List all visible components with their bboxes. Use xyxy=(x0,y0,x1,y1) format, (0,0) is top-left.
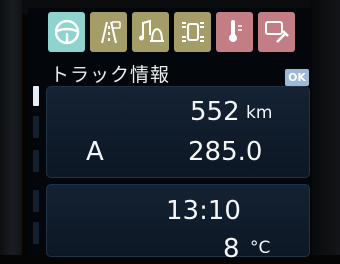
distance-unit: km xyxy=(246,103,273,123)
trip-value: 285.0 xyxy=(188,137,263,167)
page-indicator xyxy=(33,190,39,212)
vehicle-layout-icon xyxy=(181,22,204,42)
page-indicator-active xyxy=(33,86,39,106)
steering-wheel-icon xyxy=(54,19,79,45)
page-title: トラック情報 xyxy=(50,64,171,86)
tab-vehicle[interactable] xyxy=(174,12,211,52)
right-bezel xyxy=(310,0,340,255)
page-indicator xyxy=(33,150,39,172)
tab-steering[interactable] xyxy=(48,12,85,52)
left-bezel xyxy=(0,0,22,255)
tab-maintenance[interactable] xyxy=(258,12,295,52)
distance-value: 552 xyxy=(190,97,240,127)
icon-tab-bar xyxy=(48,12,308,54)
wrench-icon xyxy=(264,21,289,43)
road-camera-icon xyxy=(100,21,121,44)
clock-value: 13:10 xyxy=(166,196,241,226)
temperature-value: 8 xyxy=(223,234,240,264)
music-bell-icon xyxy=(138,19,164,42)
page-indicator xyxy=(33,222,39,244)
tab-temperature[interactable] xyxy=(216,12,253,52)
temperature-unit: °C xyxy=(250,238,271,258)
tab-audio-alerts[interactable] xyxy=(132,12,169,52)
trip-label: A xyxy=(86,137,104,167)
page-indicator xyxy=(33,116,39,138)
thermometer-icon xyxy=(228,20,242,42)
ok-button[interactable]: OK xyxy=(285,69,309,86)
tab-driver-assist[interactable] xyxy=(90,12,127,52)
